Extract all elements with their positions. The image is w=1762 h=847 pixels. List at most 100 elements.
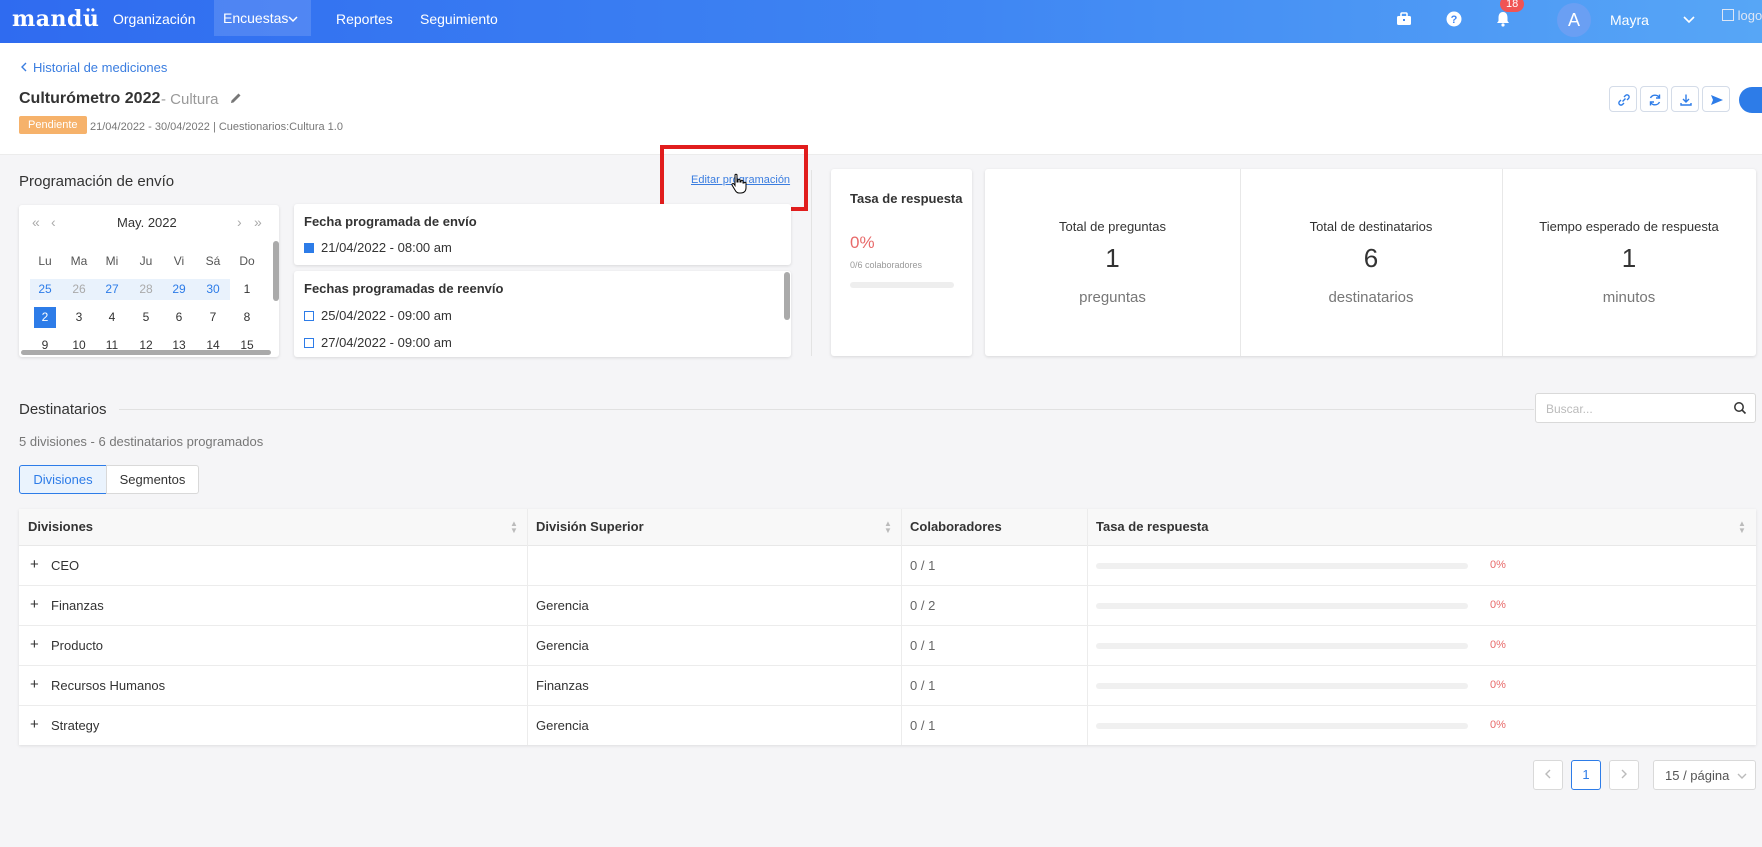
back-link[interactable]: Historial de mediciones — [19, 60, 167, 75]
page-size-value: 15 / página — [1665, 768, 1730, 783]
copy-link-button[interactable] — [1609, 86, 1637, 112]
next-month-icon[interactable]: › — [237, 214, 242, 230]
company-logo-alt: logo — [1737, 8, 1762, 23]
nav-reportes[interactable]: Reportes — [327, 0, 402, 43]
table-header: Divisiones ▲ ▼ División Superior ▲ ▼ Colab… — [19, 509, 1756, 546]
division-rate: 0% — [1490, 599, 1506, 611]
calendar-day[interactable]: 27 — [98, 279, 126, 300]
calendar-day-selected[interactable]: 2 — [34, 307, 56, 328]
expand-icon[interactable]: + — [30, 676, 39, 693]
prev-month-icon[interactable]: ‹ — [51, 214, 56, 230]
page-size-select[interactable]: 15 / página — [1653, 760, 1756, 790]
svg-text:?: ? — [1451, 14, 1458, 26]
sort-icon[interactable]: ▲ ▼ — [884, 520, 892, 535]
column-header-division-superior[interactable]: División Superior — [536, 519, 644, 534]
more-actions-button[interactable] — [1739, 87, 1762, 113]
calendar-day[interactable]: 7 — [199, 307, 227, 328]
divisions-table: Divisiones ▲ ▼ División Superior ▲ ▼ Colab… — [19, 509, 1756, 745]
column-header-tasa-respuesta[interactable]: Tasa de respuesta — [1096, 519, 1208, 534]
expand-icon[interactable]: + — [30, 716, 39, 733]
prev-page-button[interactable] — [1533, 760, 1563, 790]
resend-dates-scrollbar[interactable] — [784, 272, 790, 320]
calendar-day[interactable]: 26 — [65, 279, 93, 300]
expand-icon[interactable]: + — [30, 596, 39, 613]
stat-label: Total de preguntas — [1059, 219, 1166, 234]
next-page-button[interactable] — [1609, 760, 1639, 790]
table-row[interactable]: + Finanzas Gerencia 0 / 2 0% — [19, 586, 1756, 626]
calendar-day[interactable]: 30 — [199, 279, 227, 300]
calendar-day[interactable]: 6 — [165, 307, 193, 328]
division-rate: 0% — [1490, 679, 1506, 691]
search-icon[interactable] — [1733, 401, 1747, 415]
progress-bar — [1096, 643, 1468, 649]
search-input[interactable]: Buscar... — [1535, 393, 1756, 423]
download-button[interactable] — [1671, 86, 1699, 112]
tab-segmentos[interactable]: Segmentos — [106, 465, 199, 494]
avatar[interactable]: A — [1557, 3, 1591, 37]
calendar-day[interactable]: 28 — [132, 279, 160, 300]
tab-divisiones[interactable]: Divisiones — [19, 465, 107, 494]
resend-date: 27/04/2022 - 09:00 am — [321, 335, 452, 350]
weekday-label: Lu — [38, 254, 52, 268]
calendar-day[interactable]: 1 — [233, 279, 261, 300]
column-header-colaboradores: Colaboradores — [910, 519, 1002, 534]
chevron-right-icon — [1621, 769, 1627, 779]
next-year-icon[interactable]: » — [254, 214, 262, 230]
expand-icon[interactable]: + — [30, 556, 39, 573]
sort-icon[interactable]: ▲ ▼ — [1738, 520, 1746, 535]
stat-value: 1 — [1105, 243, 1120, 273]
send-date-title: Fecha programada de envío — [304, 214, 477, 229]
response-rate-bar — [850, 282, 954, 288]
expand-icon[interactable]: + — [30, 636, 39, 653]
nav-encuestas[interactable]: Encuestas — [214, 0, 311, 36]
progress-bar — [1096, 563, 1468, 569]
outline-square-icon — [304, 338, 314, 348]
recipients-divider — [119, 409, 1534, 410]
send-button[interactable] — [1702, 86, 1730, 112]
company-logo: logo — [1722, 8, 1762, 23]
weekday-label: Vi — [173, 254, 185, 268]
prev-year-icon[interactable]: « — [32, 214, 40, 230]
calendar-day[interactable]: 5 — [132, 307, 160, 328]
page-button-current[interactable]: 1 — [1571, 760, 1601, 790]
calendar-vertical-scrollbar[interactable] — [273, 241, 279, 301]
chevron-down-icon[interactable] — [1682, 12, 1696, 26]
sort-icon[interactable]: ▲ ▼ — [510, 520, 518, 535]
section-divider — [811, 170, 812, 356]
nav-organizacion[interactable]: Organización — [104, 0, 205, 43]
calendar-day[interactable]: 3 — [65, 307, 93, 328]
chevron-left-icon — [1545, 769, 1551, 779]
calendar-day[interactable]: 4 — [98, 307, 126, 328]
chevron-left-icon — [21, 62, 27, 72]
division-name: Strategy — [51, 718, 100, 733]
nav-encuestas-label: Encuestas — [223, 10, 289, 26]
table-row[interactable]: + Producto Gerencia 0 / 1 0% — [19, 626, 1756, 666]
refresh-button[interactable] — [1640, 86, 1668, 112]
briefcase-icon[interactable] — [1395, 10, 1413, 28]
bell-icon[interactable] — [1494, 10, 1512, 28]
table-row[interactable]: + Recursos Humanos Finanzas 0 / 1 0% — [19, 666, 1756, 706]
table-row[interactable]: + Strategy Gerencia 0 / 1 0% — [19, 706, 1756, 746]
table-row[interactable]: + CEO 0 / 1 0% — [19, 546, 1756, 586]
calendar-horizontal-scrollbar[interactable] — [21, 350, 271, 355]
page-title: Culturómetro 2022 — [19, 90, 161, 107]
calendar-day[interactable]: 8 — [233, 307, 261, 328]
column-header-divisiones[interactable]: Divisiones — [28, 519, 93, 534]
division-collaborators: 0 / 1 — [910, 558, 936, 573]
stat-label: Tiempo esperado de respuesta — [1539, 219, 1719, 234]
download-icon — [1680, 94, 1692, 106]
weekday-label: Ma — [70, 254, 88, 268]
help-icon[interactable]: ? — [1445, 10, 1463, 28]
user-name[interactable]: Mayra — [1610, 12, 1649, 28]
calendar-month[interactable]: May. 2022 — [117, 215, 177, 230]
division-parent: Gerencia — [536, 598, 589, 613]
filled-square-icon — [304, 243, 314, 253]
nav-seguimiento[interactable]: Seguimiento — [411, 0, 507, 43]
stat-value: 1 — [1621, 243, 1637, 273]
calendar-day[interactable]: 29 — [165, 279, 193, 300]
chevron-down-icon — [1737, 773, 1747, 779]
calendar-day[interactable]: 25 — [31, 279, 59, 300]
brand-logo[interactable]: mandü — [12, 6, 99, 32]
progress-bar — [1096, 683, 1468, 689]
pencil-icon[interactable] — [229, 91, 243, 105]
